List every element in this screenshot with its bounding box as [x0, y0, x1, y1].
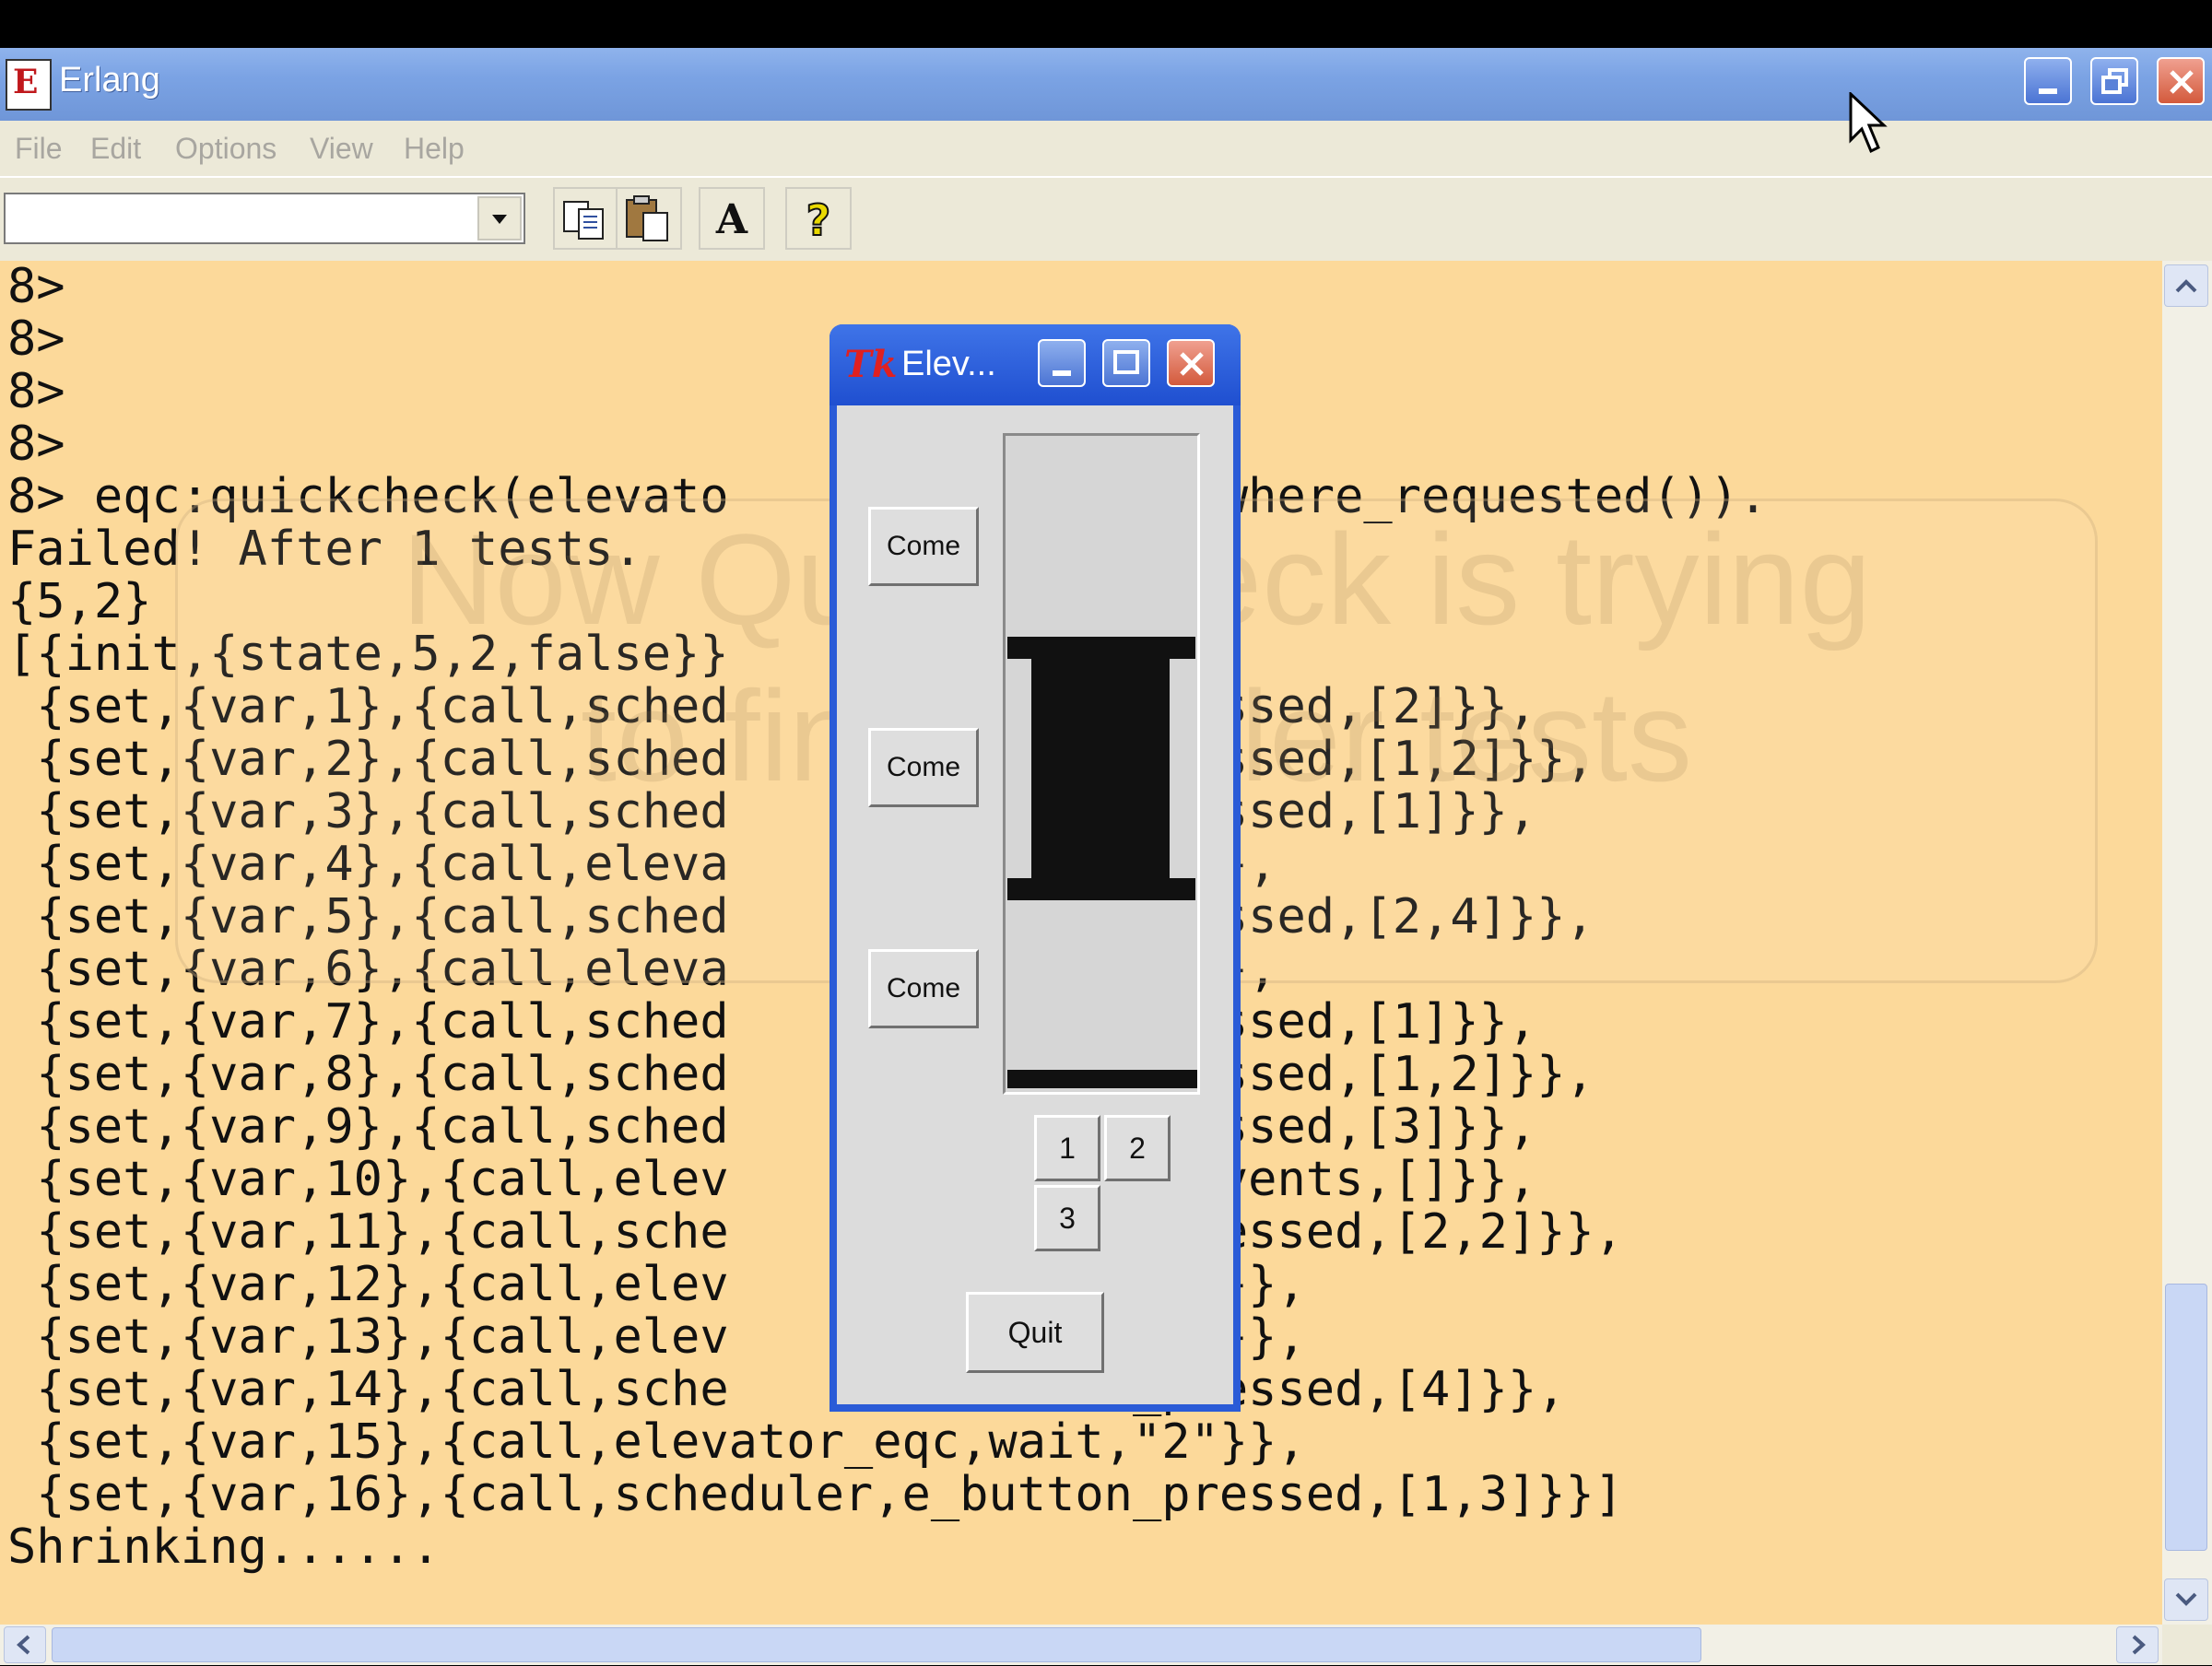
vertical-scroll-thumb[interactable] — [2165, 1284, 2207, 1551]
menu-file[interactable]: File — [15, 132, 63, 166]
console-line: 8> — [7, 364, 65, 419]
font-icon: A — [715, 196, 748, 243]
mouse-pointer-icon — [1849, 92, 1888, 154]
close-icon — [2170, 70, 2194, 94]
close-button[interactable] — [2157, 57, 2205, 105]
elevator-body: Come Come Come 1 2 3 Quit — [837, 405, 1233, 1404]
minimize-icon — [1053, 370, 1071, 376]
floor-button-1[interactable]: 1 — [1034, 1115, 1100, 1181]
close-icon — [1180, 352, 1204, 376]
erlang-app-icon: E — [6, 59, 52, 111]
help-icon: ? — [806, 194, 832, 246]
scroll-right-button[interactable] — [2116, 1626, 2159, 1663]
console-line: Shrinking...... — [7, 1519, 441, 1575]
elevator-close-button[interactable] — [1167, 339, 1215, 387]
console-line: {set,{var,8},{call,sched n_pressed,[1,2]… — [7, 1047, 1594, 1102]
console-line: {set,{var,11},{call,sche on_pressed,[2,2… — [7, 1204, 1624, 1260]
console-line: 8> — [7, 261, 65, 314]
chevron-down-icon — [492, 215, 507, 224]
console-line: {set,{var,7},{call,sched n_pressed,[1]}}… — [7, 994, 1537, 1050]
floor-button-2[interactable]: 2 — [1104, 1115, 1171, 1181]
horizontal-scroll-thumb[interactable] — [52, 1627, 1701, 1662]
restore-button[interactable] — [2090, 57, 2138, 105]
elevator-car — [1007, 637, 1195, 900]
minimize-icon — [2039, 88, 2057, 94]
font-glyph: A — [715, 196, 748, 243]
combo-dropdown-button[interactable] — [477, 196, 522, 241]
chevron-left-icon — [17, 1635, 30, 1655]
console-line: {set,{var,9},{call,sched n_pressed,[3]}}… — [7, 1099, 1537, 1155]
console-line: {set,{var,10},{call,elev lectevents,[]}}… — [7, 1152, 1537, 1207]
elevator-title-bar[interactable]: Tk Elev... — [830, 324, 1241, 405]
menu-options[interactable]: Options — [175, 132, 276, 166]
paste-icon — [626, 195, 668, 241]
elevator-window: Tk Elev... Come Come Come 1 2 3 Quit — [830, 324, 1241, 1412]
copy-icon — [563, 201, 604, 240]
menu-view[interactable]: View — [310, 132, 373, 166]
toolbar: A ? — [0, 176, 2212, 263]
console-line: 8> — [7, 311, 65, 367]
minimize-button[interactable] — [2024, 57, 2072, 105]
scroll-down-button[interactable] — [2164, 1578, 2208, 1621]
chevron-right-icon — [2132, 1635, 2146, 1655]
console-line: 8> — [7, 416, 65, 472]
floor-button-3[interactable]: 3 — [1034, 1185, 1100, 1251]
paste-button[interactable] — [616, 187, 682, 250]
come-button-floor-3[interactable]: Come — [868, 507, 979, 586]
horizontal-scrollbar[interactable] — [0, 1625, 2162, 1665]
elevator-title: Elev... — [901, 345, 996, 383]
command-combo[interactable] — [4, 193, 525, 244]
maximize-icon — [1113, 350, 1139, 374]
console-line: {set,{var,14},{call,sche on_pressed,[4]}… — [7, 1362, 1566, 1417]
console-line: {5,2} — [7, 574, 152, 629]
scroll-left-button[interactable] — [4, 1626, 46, 1663]
vertical-scrollbar[interactable] — [2162, 261, 2212, 1625]
help-glyph: ? — [806, 195, 831, 245]
come-button-floor-1[interactable]: Come — [868, 949, 979, 1028]
menu-help[interactable]: Help — [404, 132, 465, 166]
menu-edit[interactable]: Edit — [90, 132, 141, 166]
font-button[interactable]: A — [699, 187, 765, 250]
shaft-floor — [1007, 1070, 1197, 1088]
elevator-maximize-button[interactable] — [1102, 339, 1150, 387]
tk-logo-icon: Tk — [844, 343, 898, 386]
scroll-up-button[interactable] — [2164, 264, 2208, 307]
resize-grip[interactable] — [2162, 1625, 2212, 1665]
chevron-down-icon — [2175, 1592, 2197, 1606]
restore-icon — [2101, 68, 2128, 94]
console-line: {set,{var,15},{call,elevator_eqc,wait,"2… — [7, 1414, 1306, 1470]
come-button-floor-2[interactable]: Come — [868, 728, 979, 807]
help-button[interactable]: ? — [785, 187, 852, 250]
chevron-up-icon — [2175, 279, 2197, 293]
quit-button[interactable]: Quit — [966, 1292, 1104, 1373]
console-line: {set,{var,16},{call,scheduler,e_button_p… — [7, 1467, 1624, 1522]
elevator-minimize-button[interactable] — [1038, 339, 1086, 387]
copy-button[interactable] — [553, 187, 619, 250]
window-title: Erlang — [59, 61, 160, 100]
elevator-shaft — [1003, 433, 1200, 1095]
